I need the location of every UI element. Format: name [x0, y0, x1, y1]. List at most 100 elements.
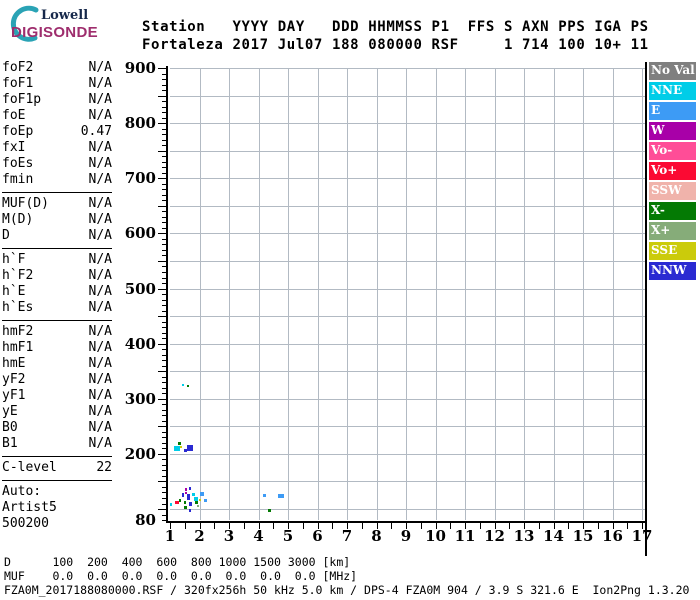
- parameter-value: N/A: [88, 60, 112, 75]
- legend-divider-line: [645, 62, 647, 556]
- y-minor-tick: [162, 200, 166, 202]
- vertical-gridline: [199, 68, 201, 520]
- parameter-value: N/A: [88, 108, 112, 123]
- parameter-row: h`Es N/A: [2, 300, 112, 316]
- horizontal-gridline: [170, 68, 645, 69]
- y-major-tick: [158, 316, 166, 317]
- y-minor-tick: [162, 117, 166, 119]
- parameter-label: h`E: [2, 284, 26, 299]
- y-major-tick: [158, 205, 166, 207]
- y-minor-tick: [162, 222, 166, 224]
- y-axis-tick-label: 500: [124, 279, 156, 298]
- x-axis-tick-label: 17: [631, 527, 653, 545]
- y-minor-tick: [162, 332, 166, 334]
- legend-item: SSW: [649, 182, 696, 200]
- y-axis-tick-label: 200: [124, 444, 156, 463]
- y-minor-tick: [162, 272, 166, 273]
- y-minor-tick: [162, 189, 166, 191]
- data-point: [262, 493, 266, 497]
- y-minor-tick: [162, 365, 166, 367]
- parameter-label: h`F: [2, 252, 26, 267]
- horizontal-gridline: [170, 509, 645, 510]
- x-axis-tick-label: 6: [312, 527, 323, 545]
- parameter-row: fxI N/A: [2, 140, 112, 156]
- parameter-value: 22: [96, 460, 112, 475]
- data-point: [175, 501, 180, 505]
- horizontal-gridline: [170, 343, 645, 345]
- data-point: [277, 493, 284, 498]
- data-point: [189, 501, 193, 506]
- y-major-tick: [158, 398, 166, 400]
- vertical-gridline: [465, 68, 466, 520]
- y-minor-tick: [162, 459, 166, 461]
- parameter-label: fmin: [2, 172, 34, 187]
- parameter-divider: [2, 456, 112, 457]
- parameter-value: N/A: [88, 372, 112, 387]
- y-minor-tick: [162, 106, 166, 108]
- parameter-row: foEs N/A: [2, 156, 112, 172]
- x-axis-tick-label: 2: [194, 527, 205, 545]
- data-point: [183, 506, 187, 510]
- parameter-panel: foF2 N/A foF1 N/A foF1p N/A foE N/A foEp 0.47 fxI N…: [2, 60, 112, 532]
- y-minor-tick: [162, 448, 166, 450]
- data-point: [187, 385, 189, 388]
- legend-item-label: SSE: [651, 243, 678, 257]
- vertical-gridline: [258, 68, 260, 520]
- parameter-row: C-level 22: [2, 460, 112, 476]
- y-minor-tick: [162, 128, 166, 130]
- parameter-label: yF2: [2, 372, 26, 387]
- parameter-value: N/A: [88, 212, 112, 227]
- data-point: [179, 498, 181, 502]
- horizontal-gridline: [170, 426, 645, 428]
- parameter-divider: [2, 192, 112, 193]
- y-axis-tick-label: 600: [124, 224, 156, 243]
- y-major-tick: [158, 481, 166, 483]
- y-minor-tick: [162, 299, 166, 301]
- parameter-row: yE N/A: [2, 404, 112, 420]
- legend-item: SSE: [649, 242, 696, 260]
- y-major-tick: [158, 178, 166, 180]
- y-minor-tick: [162, 486, 166, 488]
- y-minor-tick: [162, 387, 166, 389]
- y-major-tick: [158, 343, 166, 345]
- parameter-row: hmF1 N/A: [2, 340, 112, 356]
- parameter-label: M(D): [2, 212, 34, 227]
- legend-item: X-: [649, 202, 696, 220]
- parameter-row: M(D) N/A: [2, 212, 112, 228]
- horizontal-gridline: [170, 260, 645, 262]
- y-minor-tick: [162, 172, 166, 174]
- parameter-label: foE: [2, 108, 26, 123]
- data-point: [197, 505, 199, 508]
- parameter-row: foF1p N/A: [2, 92, 112, 108]
- y-minor-tick: [162, 475, 166, 477]
- parameter-value: N/A: [88, 268, 112, 283]
- y-minor-tick: [162, 277, 166, 279]
- parameter-label: foF1p: [2, 92, 42, 107]
- y-minor-tick: [162, 90, 166, 91]
- y-minor-tick: [162, 520, 166, 521]
- y-minor-tick: [162, 349, 166, 351]
- y-axis-tick-label: 800: [124, 114, 156, 133]
- legend-item: No Val: [649, 62, 696, 80]
- legend-item-label: X+: [651, 223, 671, 237]
- horizontal-gridline: [170, 123, 645, 125]
- vertical-gridline: [347, 68, 348, 520]
- parameter-row: B0 N/A: [2, 420, 112, 436]
- parameter-value: N/A: [88, 340, 112, 355]
- y-minor-tick: [162, 167, 166, 169]
- x-axis-tick-label: 16: [602, 527, 623, 545]
- data-point: [169, 502, 172, 506]
- y-minor-tick: [162, 409, 166, 411]
- annotation-line: 500200: [2, 516, 49, 531]
- horizontal-gridline: [170, 453, 645, 455]
- data-point: [194, 501, 198, 505]
- parameter-value: N/A: [88, 228, 112, 243]
- y-major-tick: [158, 260, 166, 262]
- parameter-row: foE N/A: [2, 108, 112, 124]
- vertical-gridline: [524, 68, 525, 520]
- annotation-line: Auto:: [2, 484, 42, 499]
- y-minor-tick: [162, 415, 166, 417]
- x-axis-tick-label: 3: [223, 527, 235, 545]
- legend-item: E: [649, 102, 696, 120]
- y-major-tick: [158, 371, 166, 373]
